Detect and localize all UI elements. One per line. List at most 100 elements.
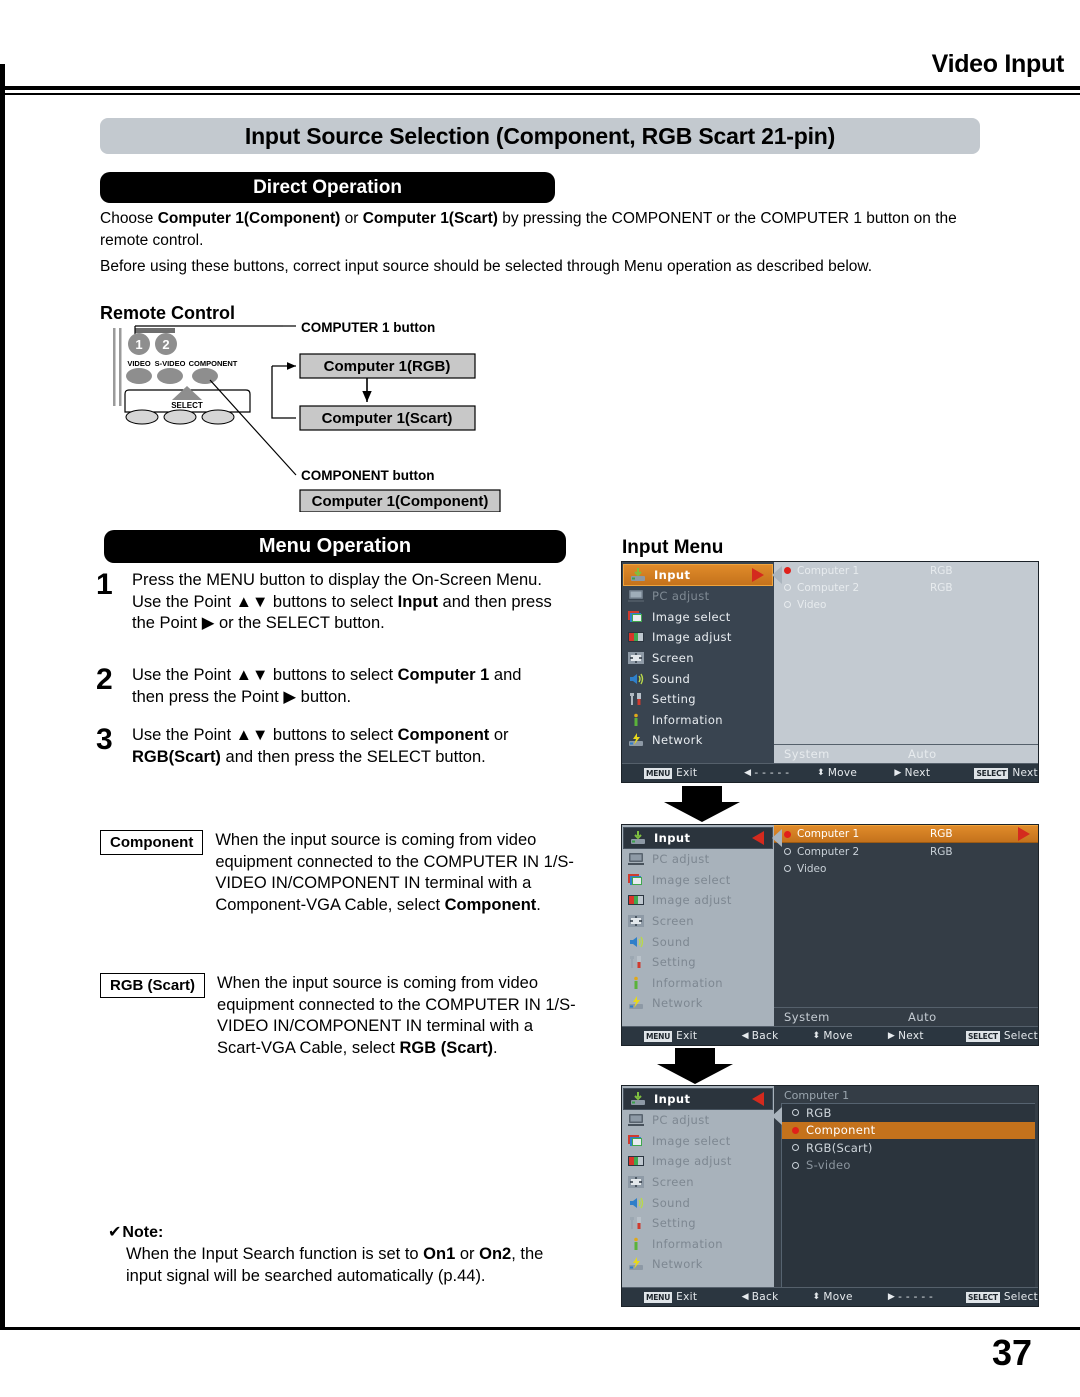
osd-1-back-command[interactable]: ◀ - - - - - [744,767,817,779]
osd-3-sidebar-item-setting[interactable]: Setting [622,1213,774,1234]
osd-1-sidebar-label-input: Input [654,568,691,582]
osd-3-submenu-item-component[interactable]: Component [782,1121,1035,1139]
osd-1-source-row-video[interactable]: Video [774,596,1038,613]
svg-text:1: 1 [135,337,142,352]
osd-3-sidebar-item-information[interactable]: Information [622,1234,774,1255]
osd-1-sidebar: Input PC adjust Image select Image adjus… [622,562,774,763]
screen-icon [627,1174,645,1190]
network-icon [627,1256,645,1272]
osd-1-sidebar-item-screen[interactable]: Screen [622,648,774,669]
page-title: Input Source Selection (Component, RGB S… [100,118,980,154]
radio-unselected-icon [792,1144,799,1152]
osd-3-sidebar-item-pc-adjust[interactable]: PC adjust [622,1110,774,1131]
caret-right-icon: ▶ [887,1031,896,1041]
osd-1-sidebar-label-image-select: Image select [652,609,731,624]
osd-1-system-key: System [784,747,830,761]
osd-2-source-row-computer2[interactable]: Computer 2 RGB [774,843,1038,860]
image-adjust-icon [627,892,645,908]
osd-3-sidebar-item-input[interactable]: Input [623,1088,773,1110]
osd-2-sidebar-item-setting[interactable]: Setting [622,952,774,973]
network-icon [627,995,645,1011]
osd-1-next-command[interactable]: ▶ Next [894,767,974,779]
caret-updown-icon: ⬍ [812,1031,821,1041]
osd-3-submenu-item-rgb-scart[interactable]: RGB(Scart) [782,1139,1035,1157]
osd-3-submenu-label-rgb: RGB [806,1105,832,1120]
osd-2-exit-command[interactable]: MENU Exit [644,1030,742,1042]
osd-2-source-panel: Computer 1 RGB Computer 2 RGB Video Syst… [774,825,1038,1026]
osd-2-sidebar-label-network: Network [652,996,703,1011]
osd-1-sidebar-item-input[interactable]: Input [623,564,773,586]
header-rule-thick [0,86,1080,90]
osd-1-sidebar-item-sound[interactable]: Sound [622,668,774,689]
osd-1-sidebar-item-setting[interactable]: Setting [622,689,774,710]
caret-updown-icon: ⬍ [816,768,825,778]
osd-1-source-row-computer1[interactable]: Computer 1 RGB [774,562,1038,579]
osd-2-sidebar-item-information[interactable]: Information [622,973,774,994]
osd-1-sidebar-item-pc-adjust[interactable]: PC adjust [622,586,774,607]
osd-3-exit-command[interactable]: MENU Exit [644,1291,742,1303]
osd-3-sidebar-item-image-adjust[interactable]: Image adjust [622,1151,774,1172]
osd-1-source-name-video: Video [797,598,827,611]
osd-2-sidebar-label-image-adjust: Image adjust [652,893,732,908]
svg-text:Computer 1(RGB): Computer 1(RGB) [324,358,451,375]
step-2: 2 Use the Point ▲▼ buttons to select Com… [96,665,552,708]
image-adjust-icon [627,1153,645,1169]
osd-2-sidebar-item-image-adjust[interactable]: Image adjust [622,890,774,911]
osd-2-source-row-computer1[interactable]: Computer 1 RGB [774,825,1038,843]
osd-3-sidebar-item-screen[interactable]: Screen [622,1172,774,1193]
osd-1-sidebar-label-screen: Screen [652,651,694,666]
osd-1-exit-command[interactable]: MENU Exit [644,767,744,779]
osd-1-sidebar-item-image-select[interactable]: Image select [622,607,774,628]
image-select-icon [627,872,645,888]
osd-3-submenu-item-rgb[interactable]: RGB [782,1104,1035,1122]
screen-icon [627,650,645,666]
osd-3-select-command[interactable]: SELECT Select [965,1291,1038,1303]
menu-keycap: MENU [644,767,673,779]
osd-2-sidebar-item-input[interactable]: Input [623,827,773,849]
osd-2-sidebar-item-network[interactable]: Network [622,993,774,1014]
step-3: 3 Use the Point ▲▼ buttons to select Com… [96,725,552,768]
osd-1-sidebar-item-network[interactable]: Network [622,730,774,751]
osd-2-sidebar-item-pc-adjust[interactable]: PC adjust [622,849,774,870]
osd-3-sidebar-label-pc-adjust: PC adjust [652,1113,710,1128]
osd-3-next-command[interactable]: ▶ - - - - - [888,1291,966,1303]
input-menu-caption: Input Menu [622,537,724,558]
osd-2-source-row-video[interactable]: Video [774,860,1038,877]
svg-text:COMPONENT button: COMPONENT button [301,468,434,483]
osd-3-sidebar-item-image-select[interactable]: Image select [622,1131,774,1152]
osd-2-select-command[interactable]: SELECT Select [965,1030,1038,1042]
osd-2-sidebar-item-screen[interactable]: Screen [622,911,774,932]
note-block: ✔Note: When the Input Search function is… [108,1222,578,1287]
input-icon [629,567,647,583]
osd-2-move-label: Move [823,1030,853,1042]
definition-component: Component When the input source is comin… [100,830,575,916]
osd-3-sidebar-item-sound[interactable]: Sound [622,1192,774,1213]
screen-icon [627,913,645,929]
osd-2-command-bar: MENU Exit ◀ Back ⬍ Move ▶ Next SELECT Select [622,1026,1038,1045]
osd-2-sidebar-item-sound[interactable]: Sound [622,931,774,952]
osd-1-exit-label: Exit [676,767,698,779]
header-rule-thin [0,93,1080,95]
osd-2-sidebar-item-image-select[interactable]: Image select [622,870,774,891]
information-icon [627,1236,645,1252]
osd-2-next-command[interactable]: ▶ Next [888,1030,966,1042]
osd-1-sidebar-item-information[interactable]: Information [622,710,774,731]
osd-3-move-command[interactable]: ⬍ Move [813,1291,888,1303]
osd-2-source-name-computer2: Computer 2 [797,845,860,858]
definition-component-tag: Component [100,830,204,855]
osd-1-sidebar-item-image-adjust[interactable]: Image adjust [622,627,774,648]
step-1-text: Press the MENU button to display the On-… [132,571,552,632]
osd-3-next-label: - - - - - [898,1291,934,1303]
osd-3-sidebar-item-network[interactable]: Network [622,1254,774,1275]
osd-3-submenu-item-s-video[interactable]: S-video [782,1157,1035,1175]
radio-unselected-icon [784,584,791,591]
image-select-icon [627,1133,645,1149]
osd-1-select-command[interactable]: SELECT Next [974,767,1038,779]
osd-1-next-label: Next [904,767,931,779]
osd-3-back-command[interactable]: ◀ Back [742,1291,813,1303]
osd-1-source-row-computer2[interactable]: Computer 2 RGB [774,579,1038,596]
osd-2-move-command[interactable]: ⬍ Move [813,1030,888,1042]
osd-2-back-command[interactable]: ◀ Back [742,1030,813,1042]
flow-arrow-2 [645,1048,745,1089]
osd-1-move-command[interactable]: ⬍ Move [817,767,894,779]
